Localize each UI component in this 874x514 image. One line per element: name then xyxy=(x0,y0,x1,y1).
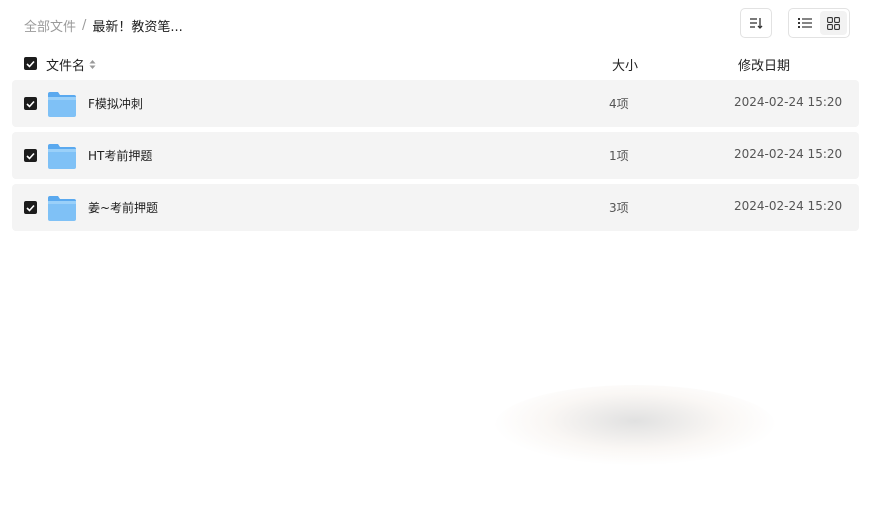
column-header-modified[interactable]: 修改日期 xyxy=(738,55,790,74)
table-header: 文件名 大小 修改日期 xyxy=(24,55,850,74)
row-checkbox[interactable] xyxy=(24,149,37,162)
file-size: 4项 xyxy=(609,97,629,111)
check-icon xyxy=(26,204,35,212)
sort-icon xyxy=(750,18,763,29)
sort-toggle-icon xyxy=(89,60,96,69)
sort-button[interactable] xyxy=(740,8,772,38)
column-header-size[interactable]: 大小 xyxy=(612,55,638,74)
file-size: 1项 xyxy=(609,149,629,163)
breadcrumb-current: 最新！教资笔... xyxy=(92,19,183,35)
column-header-name-label: 文件名 xyxy=(46,59,86,74)
column-header-name[interactable]: 文件名 xyxy=(46,55,96,74)
file-modified: 2024-02-24 15:20 xyxy=(734,199,843,213)
file-name[interactable]: HT考前押题 xyxy=(88,147,152,164)
file-modified: 2024-02-24 15:20 xyxy=(734,95,843,109)
folder-icon xyxy=(48,144,76,169)
breadcrumb-separator: / xyxy=(82,17,87,33)
folder-icon xyxy=(48,196,76,221)
file-size: 3项 xyxy=(609,201,629,215)
background-glow xyxy=(495,385,775,465)
breadcrumb-root-link[interactable]: 全部文件 xyxy=(24,16,76,35)
file-modified: 2024-02-24 15:20 xyxy=(734,147,843,161)
row-checkbox[interactable] xyxy=(24,201,37,214)
list-view-icon xyxy=(797,18,812,28)
row-checkbox[interactable] xyxy=(24,97,37,110)
file-name[interactable]: F模拟冲刺 xyxy=(88,95,143,112)
check-icon xyxy=(26,152,35,160)
grid-view-button[interactable] xyxy=(820,11,847,35)
view-toggle xyxy=(788,8,850,38)
folder-icon xyxy=(48,92,76,117)
file-name[interactable]: 姜~考前押题 xyxy=(88,199,158,216)
check-icon xyxy=(26,100,35,108)
select-all-checkbox[interactable] xyxy=(24,57,37,70)
list-view-button[interactable] xyxy=(791,11,818,35)
grid-view-icon xyxy=(827,16,840,30)
file-row[interactable]: HT考前押题 1项 2024-02-24 15:20 xyxy=(12,132,859,179)
breadcrumb: 全部文件 / 最新！教资笔... xyxy=(24,15,183,35)
check-icon xyxy=(26,60,35,68)
file-list: F模拟冲刺 4项 2024-02-24 15:20 HT考前押题 1项 2024… xyxy=(12,80,859,236)
file-row[interactable]: 姜~考前押题 3项 2024-02-24 15:20 xyxy=(12,184,859,231)
file-row[interactable]: F模拟冲刺 4项 2024-02-24 15:20 xyxy=(12,80,859,127)
